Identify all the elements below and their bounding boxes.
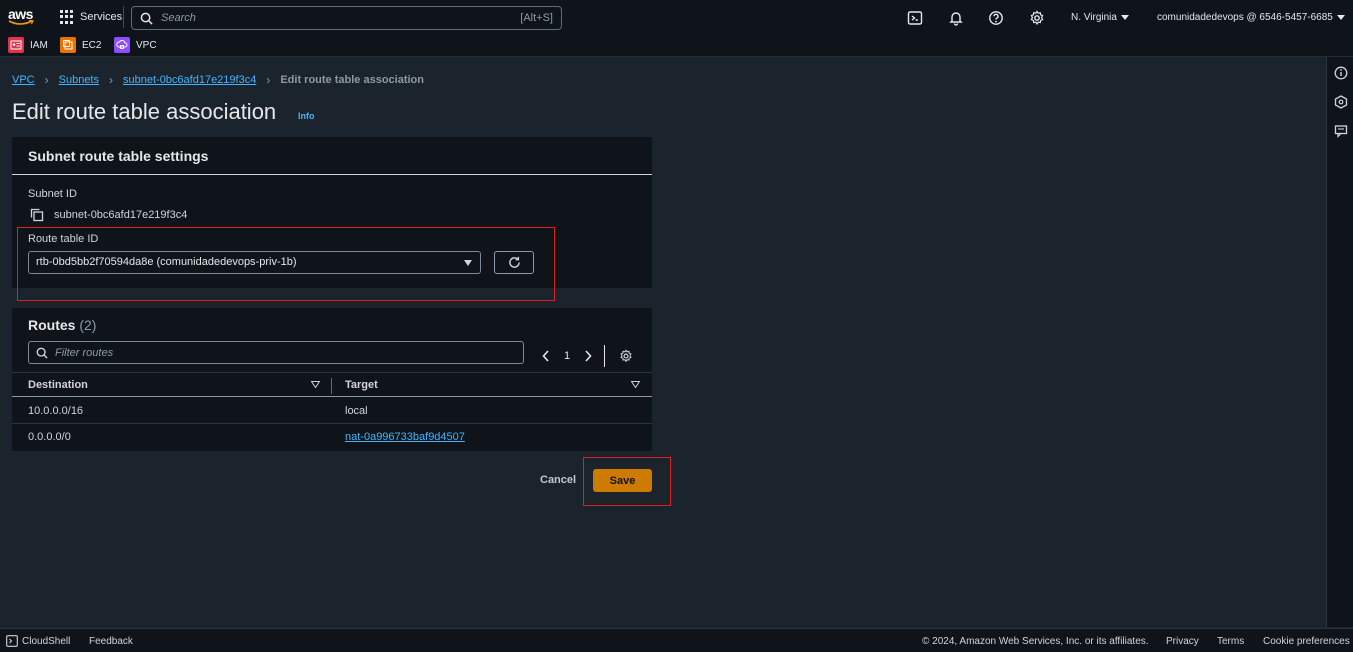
favorite-ec2[interactable]: EC2 bbox=[60, 37, 101, 53]
footer-cookie-preferences[interactable]: Cookie preferences bbox=[1263, 636, 1350, 647]
info-link[interactable]: Info bbox=[298, 111, 315, 121]
sort-caret-icon[interactable] bbox=[311, 381, 320, 388]
cloudshell-icon[interactable] bbox=[907, 10, 923, 26]
table-row: 0.0.0.0/0 nat-0a996733baf9d4507 bbox=[12, 424, 652, 450]
filter-routes-input[interactable]: Filter routes bbox=[28, 341, 524, 364]
subnet-id-label: Subnet ID bbox=[28, 188, 77, 200]
iam-icon bbox=[8, 37, 24, 53]
route-target-link[interactable]: nat-0a996733baf9d4507 bbox=[345, 431, 465, 443]
column-divider[interactable] bbox=[331, 378, 332, 394]
region-selector[interactable]: N. Virginia bbox=[1071, 12, 1129, 23]
right-tools-rail bbox=[1326, 57, 1353, 627]
footer-cloudshell[interactable]: CloudShell bbox=[22, 636, 70, 647]
chevron-right-icon: › bbox=[109, 73, 113, 87]
breadcrumb: VPC › Subnets › subnet-0bc6afd17e219f3c4… bbox=[12, 73, 424, 87]
routes-title: Routes (2) bbox=[28, 317, 96, 333]
region-label: N. Virginia bbox=[1071, 12, 1117, 23]
search-icon bbox=[140, 12, 153, 25]
top-navigation-bar: aws Services Search [Alt+S] N. Virginia … bbox=[0, 0, 1353, 35]
account-menu[interactable]: comunidadedevops @ 6546-5457-6685 bbox=[1157, 12, 1345, 23]
divider bbox=[123, 6, 124, 28]
aws-logo-text: aws bbox=[8, 6, 33, 22]
search-shortcut: [Alt+S] bbox=[520, 12, 553, 24]
services-grid-icon bbox=[60, 10, 74, 24]
aws-logo[interactable]: aws bbox=[8, 7, 38, 29]
favorite-label: VPC bbox=[136, 39, 157, 51]
footer-feedback[interactable]: Feedback bbox=[89, 636, 133, 647]
highlight-box-route-table bbox=[17, 227, 555, 301]
caret-down-icon bbox=[1336, 14, 1345, 20]
route-target: local bbox=[345, 405, 368, 417]
favorite-label: EC2 bbox=[82, 39, 102, 51]
route-destination: 10.0.0.0/16 bbox=[28, 405, 84, 417]
help-icon[interactable] bbox=[988, 10, 1004, 26]
subnet-id-value: subnet-0bc6afd17e219f3c4 bbox=[54, 209, 188, 221]
divider bbox=[604, 345, 606, 367]
services-menu[interactable]: Services bbox=[60, 10, 122, 24]
routes-count: (2) bbox=[79, 317, 97, 333]
table-row: 10.0.0.0/16 local bbox=[12, 398, 652, 424]
favorite-vpc[interactable]: VPC bbox=[114, 37, 157, 53]
info-panel-icon[interactable] bbox=[1334, 66, 1348, 80]
breadcrumb-subnets[interactable]: Subnets bbox=[59, 74, 99, 86]
bell-icon[interactable] bbox=[948, 10, 964, 26]
footer-copyright: © 2024, Amazon Web Services, Inc. or its… bbox=[922, 636, 1149, 647]
cancel-button[interactable]: Cancel bbox=[540, 474, 576, 486]
pagination: 1 bbox=[542, 345, 633, 367]
routes-panel: Routes (2) Filter routes 1 Destination T… bbox=[12, 308, 652, 451]
vpc-icon bbox=[114, 37, 130, 53]
chevron-right-icon: › bbox=[266, 73, 271, 87]
chevron-left-icon[interactable] bbox=[542, 350, 550, 362]
table-settings-icon[interactable] bbox=[619, 349, 633, 363]
routes-title-text: Routes bbox=[28, 317, 76, 333]
ec2-icon bbox=[60, 37, 76, 53]
footer: CloudShell Feedback © 2024, Amazon Web S… bbox=[0, 628, 1353, 652]
favorite-label: IAM bbox=[30, 39, 48, 51]
sort-caret-icon[interactable] bbox=[631, 381, 640, 388]
services-label: Services bbox=[80, 11, 123, 23]
search-input[interactable]: Search [Alt+S] bbox=[131, 6, 562, 30]
favorites-bar: IAM EC2 VPC bbox=[0, 35, 1353, 57]
column-target[interactable]: Target bbox=[345, 379, 378, 391]
favorite-iam[interactable]: IAM bbox=[8, 37, 48, 53]
footer-terms[interactable]: Terms bbox=[1217, 636, 1244, 647]
page-title: Edit route table association bbox=[12, 99, 277, 124]
filter-placeholder: Filter routes bbox=[55, 346, 114, 359]
route-destination: 0.0.0.0/0 bbox=[28, 431, 71, 443]
copy-icon[interactable] bbox=[30, 208, 44, 222]
search-icon bbox=[36, 347, 48, 359]
feedback-panel-icon[interactable] bbox=[1334, 124, 1348, 138]
help-panel-icon[interactable] bbox=[1334, 95, 1348, 109]
cloudshell-icon[interactable] bbox=[6, 635, 18, 647]
panel-title: Subnet route table settings bbox=[28, 148, 209, 164]
breadcrumb-current: Edit route table association bbox=[280, 74, 424, 86]
search-placeholder: Search bbox=[161, 12, 196, 24]
account-label: comunidadedevops @ 6546-5457-6685 bbox=[1157, 12, 1333, 23]
settings-icon[interactable] bbox=[1029, 10, 1045, 26]
chevron-right-icon[interactable] bbox=[584, 350, 592, 362]
table-header: Destination Target bbox=[12, 372, 652, 397]
caret-down-icon bbox=[1120, 14, 1129, 20]
column-destination[interactable]: Destination bbox=[28, 379, 88, 391]
breadcrumb-vpc[interactable]: VPC bbox=[12, 74, 35, 86]
chevron-right-icon: › bbox=[44, 73, 49, 87]
save-button[interactable]: Save bbox=[593, 469, 652, 492]
footer-privacy[interactable]: Privacy bbox=[1166, 636, 1199, 647]
breadcrumb-subnet-id[interactable]: subnet-0bc6afd17e219f3c4 bbox=[123, 74, 256, 86]
page-number[interactable]: 1 bbox=[564, 350, 570, 362]
